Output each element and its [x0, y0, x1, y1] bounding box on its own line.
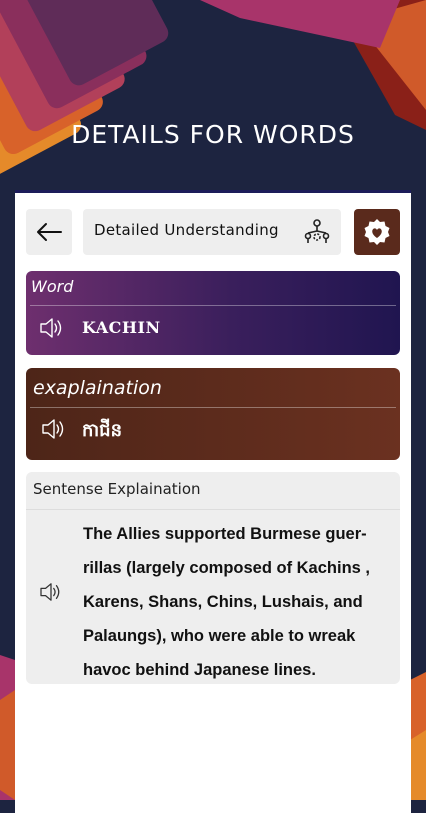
word-panel: Word KACHIN — [26, 271, 400, 355]
page-title: DETAILS FOR WORDS — [71, 120, 355, 149]
heart-badge-icon — [364, 219, 390, 245]
favorite-button[interactable] — [354, 209, 400, 255]
explanation-label: exaplaination — [33, 377, 162, 399]
explanation-panel: exaplaination កាជីន — [26, 368, 400, 460]
speaker-icon[interactable] — [39, 317, 65, 339]
sentence-text: The Allies supported Burmese guer-rillas… — [83, 525, 371, 679]
hierarchy-people-icon[interactable] — [303, 218, 331, 246]
speaker-icon[interactable] — [41, 418, 67, 440]
details-card: Detailed Understanding Word KACHIN exapl… — [15, 190, 411, 813]
sentence-panel: Sentense Explaination The Allies support… — [26, 472, 400, 684]
toolbar: Detailed Understanding — [26, 209, 400, 255]
back-button[interactable] — [26, 209, 72, 255]
sentence-label: Sentense Explaination — [33, 480, 201, 498]
explanation-value: កាជីន — [82, 420, 122, 441]
search-field[interactable]: Detailed Understanding — [83, 209, 341, 255]
word-value: KACHIN — [82, 318, 161, 337]
divider — [30, 305, 396, 306]
speaker-icon[interactable] — [39, 582, 63, 602]
arrow-left-icon — [37, 223, 62, 241]
search-value: Detailed Understanding — [94, 221, 279, 239]
divider — [30, 407, 396, 408]
word-label: Word — [31, 277, 74, 296]
divider — [26, 509, 400, 510]
